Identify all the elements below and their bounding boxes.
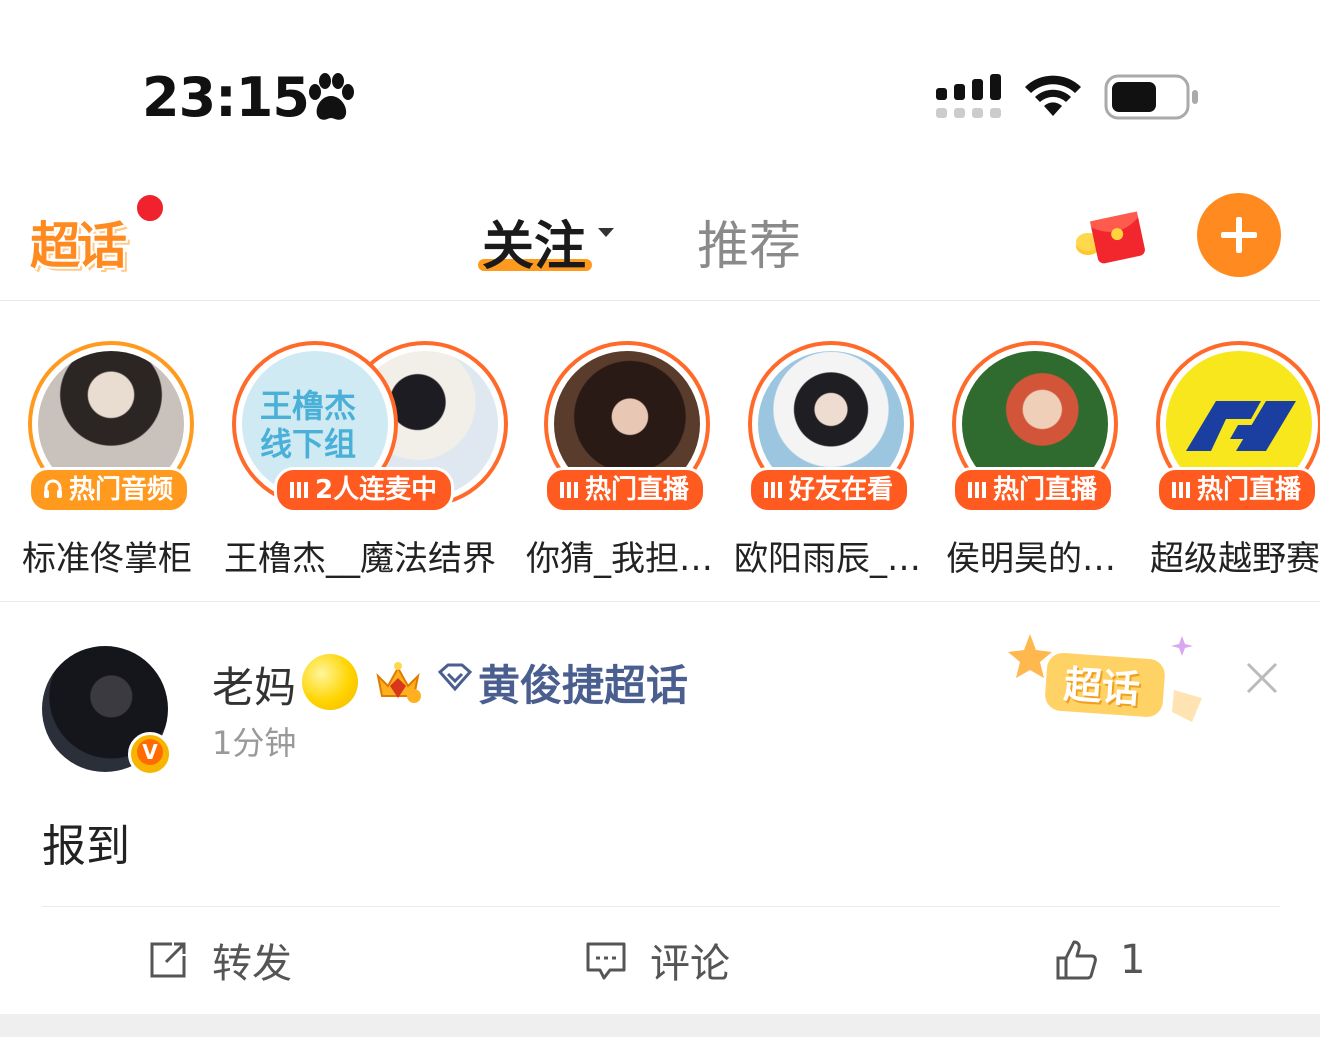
signal-icon <box>936 74 1001 118</box>
diamond-icon <box>437 663 473 692</box>
live-bars-icon <box>1172 482 1190 498</box>
status-time: 23:15 <box>142 66 310 129</box>
story-badge: 好友在看 <box>748 467 911 513</box>
live-bars-icon <box>290 482 308 498</box>
post-card: V 老妈 黄俊捷超话 1分钟 超话 报到 转发 评论 1 <box>0 602 1320 1014</box>
status-bar: 23:15 <box>0 0 1320 180</box>
story-name: 侯明昊的… <box>946 539 1116 579</box>
plus-button[interactable] <box>1197 193 1281 277</box>
story-badge: 热门直播 <box>544 467 707 513</box>
story-item[interactable]: 热门直播 侯明昊的… <box>946 341 1152 581</box>
story-badge-label: 热门音频 <box>69 475 174 505</box>
like-button[interactable]: 1 <box>1054 930 1145 990</box>
story-item[interactable]: 热门直播 你猜_我担… <box>526 341 744 581</box>
notification-dot <box>135 193 165 223</box>
story-badge-label: 热门直播 <box>585 475 690 505</box>
wifi-icon <box>1025 75 1081 116</box>
like-count: 1 <box>1120 937 1146 983</box>
story-badge-label: 2人连麦中 <box>315 475 438 505</box>
chaohua-sticker: 超话 <box>1006 632 1210 726</box>
comment-button[interactable]: 评论 <box>584 930 730 990</box>
close-icon[interactable] <box>1246 662 1278 694</box>
thumbs-up-icon <box>1056 940 1097 980</box>
repost-icon <box>150 942 186 978</box>
verified-badge: V <box>128 732 172 776</box>
topic-link[interactable]: 黄俊捷超话 <box>478 652 688 713</box>
post-time: 1分钟 <box>212 724 297 762</box>
red-packet-icon[interactable] <box>1074 204 1152 270</box>
story-name: 超级越野赛 <box>1150 539 1320 579</box>
story-cover-text: 王橹杰 线下组 <box>260 387 357 463</box>
story-item[interactable]: 热门直播 超级越野赛 <box>1150 341 1320 581</box>
feed-gap <box>0 1014 1320 1037</box>
story-item[interactable]: 王橹杰 线下组 2人连麦中 王橹杰__魔法结界 <box>224 341 512 581</box>
story-badge: 热门直播 <box>952 467 1115 513</box>
live-bars-icon <box>560 482 578 498</box>
story-name: 标准佟掌柜 <box>22 539 192 579</box>
live-bars-icon <box>764 482 782 498</box>
story-badge: 2人连麦中 <box>274 467 455 513</box>
comment-icon <box>586 942 626 980</box>
story-badge: 热门音频 <box>28 467 191 513</box>
story-badge: 热门直播 <box>1156 467 1319 513</box>
chaohua-logo[interactable]: 超话 <box>30 202 142 276</box>
tab-follow[interactable]: 关注 <box>482 204 586 279</box>
repost-label: 转发 <box>212 941 292 987</box>
story-name: 你猜_我担… <box>526 539 713 579</box>
stories-row: 热门音频 标准佟掌柜 王橹杰 线下组 2人连麦中 王橹杰__魔法结界 热门直播 <box>0 301 1320 601</box>
story-badge-label: 热门直播 <box>993 475 1098 505</box>
crown-icon <box>376 662 421 703</box>
chaohua-logo-text: 超话 <box>30 217 127 275</box>
divider <box>42 906 1280 907</box>
caret-down-icon[interactable] <box>598 228 614 237</box>
battery-icon <box>1104 74 1198 120</box>
story-item[interactable]: 好友在看 欧阳雨辰_… <box>734 341 948 581</box>
live-bars-icon <box>968 482 986 498</box>
sticker-text: 超话 <box>1062 662 1142 712</box>
post-content: 报到 <box>42 821 130 872</box>
story-name: 欧阳雨辰_… <box>734 539 921 579</box>
headphones-icon <box>44 479 62 498</box>
post-username[interactable]: 老妈 <box>212 654 296 715</box>
tab-recommend[interactable]: 推荐 <box>697 204 801 279</box>
verified-badge-text: V <box>137 739 163 765</box>
story-badge-label: 热门直播 <box>1197 475 1302 505</box>
top-nav: 超话 关注 推荐 <box>0 180 1320 300</box>
story-item[interactable]: 热门音频 标准佟掌柜 <box>22 341 228 581</box>
story-name: 王橹杰__魔法结界 <box>224 539 496 579</box>
gold-member-icon <box>302 654 358 710</box>
repost-button[interactable]: 转发 <box>146 930 292 990</box>
comment-label: 评论 <box>650 941 730 987</box>
story-badge-label: 好友在看 <box>789 475 894 505</box>
paw-icon <box>309 73 354 120</box>
